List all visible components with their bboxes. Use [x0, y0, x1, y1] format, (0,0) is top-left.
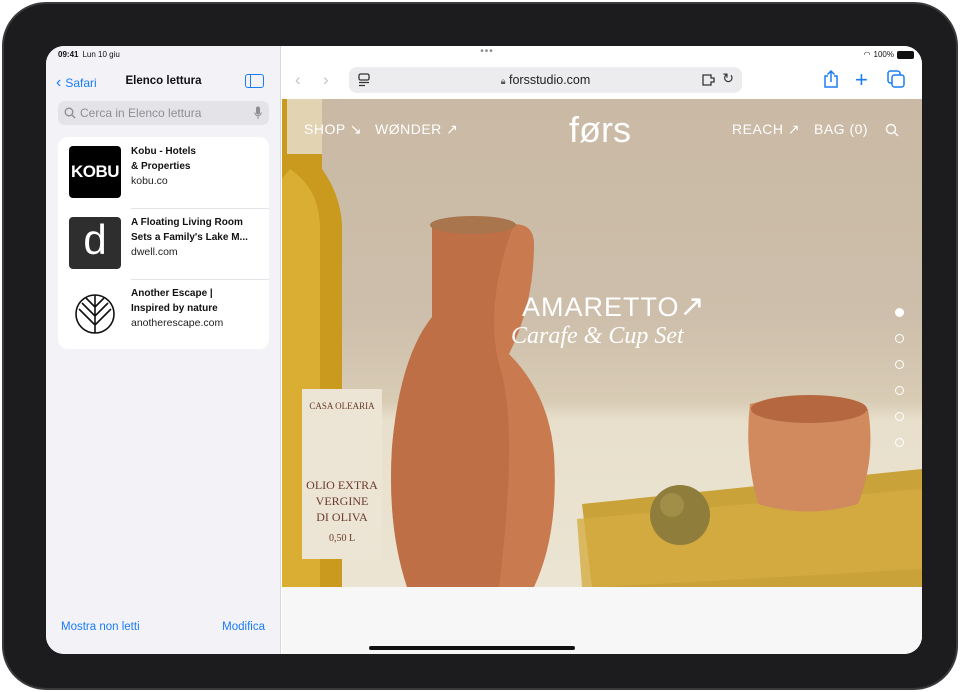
- home-indicator[interactable]: [369, 646, 575, 650]
- reading-list-sidebar: 09:41 Lun 10 giu ‹ Safari Elenco lettura C…: [46, 46, 281, 654]
- hero-title[interactable]: AMARETTO↗: [522, 289, 706, 324]
- nav-bag[interactable]: BAG (0): [814, 121, 868, 137]
- address-bar[interactable]: 🔒︎ forsstudio.com ↻: [349, 67, 742, 93]
- battery-icon: [897, 50, 914, 59]
- screen: 09:41 Lun 10 giu ‹ Safari Elenco lettura C…: [46, 46, 922, 654]
- new-tab-icon[interactable]: +: [855, 67, 868, 93]
- back-button[interactable]: ‹: [295, 70, 301, 90]
- sidebar-toggle-icon[interactable]: [245, 74, 264, 88]
- share-icon[interactable]: [824, 69, 838, 93]
- hero-subtitle: Carafe & Cup Set: [511, 323, 684, 349]
- svg-text:0,50 L: 0,50 L: [329, 533, 355, 544]
- leaf-logo-icon: [69, 288, 121, 340]
- web-view: ••• ◠ 100% ‹ › 🔒︎ forsstudio.com ↻ + CAS…: [282, 46, 922, 654]
- multitasking-dots-icon[interactable]: •••: [477, 46, 497, 57]
- show-unread-button[interactable]: Mostra non letti: [61, 621, 140, 633]
- safari-toolbar: ‹ › 🔒︎ forsstudio.com ↻ +: [282, 64, 922, 99]
- slide-dot[interactable]: [895, 360, 904, 369]
- search-input[interactable]: Cerca in Elenco lettura: [58, 101, 269, 125]
- wifi-icon: ◠: [863, 50, 871, 59]
- tabs-overview-icon[interactable]: [887, 70, 905, 93]
- svg-text:CASA OLEARIA: CASA OLEARIA: [309, 401, 375, 411]
- nav-shop[interactable]: SHOP ↘: [304, 121, 362, 138]
- microphone-icon[interactable]: [254, 106, 262, 120]
- svg-text:VERGINE: VERGINE: [316, 494, 369, 508]
- status-right: ◠ 100%: [864, 50, 914, 59]
- slide-dot[interactable]: [895, 334, 904, 343]
- page-content: [282, 587, 922, 654]
- search-icon[interactable]: [885, 123, 899, 137]
- kobu-thumbnail: KOBU: [69, 146, 121, 198]
- slide-dot[interactable]: [895, 412, 904, 421]
- ipad-frame: 09:41 Lun 10 giu ‹ Safari Elenco lettura C…: [2, 2, 958, 690]
- forward-button[interactable]: ›: [323, 70, 329, 90]
- reading-list: KOBU Kobu - Hotels & Properties kobu.co d …: [58, 137, 269, 349]
- status-time: 09:41 Lun 10 giu: [58, 50, 120, 59]
- nav-wonder[interactable]: WØNDER ↗: [375, 121, 458, 138]
- reload-icon[interactable]: ↻: [722, 70, 734, 87]
- slide-pager[interactable]: [895, 308, 905, 464]
- slide-dot[interactable]: [895, 438, 904, 447]
- slide-dot[interactable]: [895, 308, 904, 317]
- svg-text:DI OLIVA: DI OLIVA: [316, 510, 368, 524]
- slide-dot[interactable]: [895, 386, 904, 395]
- dwell-thumbnail: d: [69, 217, 121, 269]
- lock-icon: 🔒︎: [500, 76, 506, 86]
- arrow-up-right-icon: ↗: [679, 290, 706, 323]
- svg-text:OLIO EXTRA: OLIO EXTRA: [306, 478, 378, 492]
- list-item[interactable]: Another Escape | Inspired by nature anothe…: [58, 279, 269, 349]
- nav-reach[interactable]: REACH ↗: [732, 121, 800, 138]
- list-item[interactable]: KOBU Kobu - Hotels & Properties kobu.co: [58, 137, 269, 207]
- extension-icon[interactable]: [702, 74, 716, 86]
- list-item[interactable]: d A Floating Living Room Sets a Family's …: [58, 208, 269, 278]
- site-logo[interactable]: førs: [569, 109, 631, 151]
- hero-banner[interactable]: CASA OLEARIA OLIO EXTRA VERGINE DI OLIVA…: [282, 99, 922, 587]
- search-icon: [64, 107, 76, 119]
- edit-button[interactable]: Modifica: [222, 621, 265, 633]
